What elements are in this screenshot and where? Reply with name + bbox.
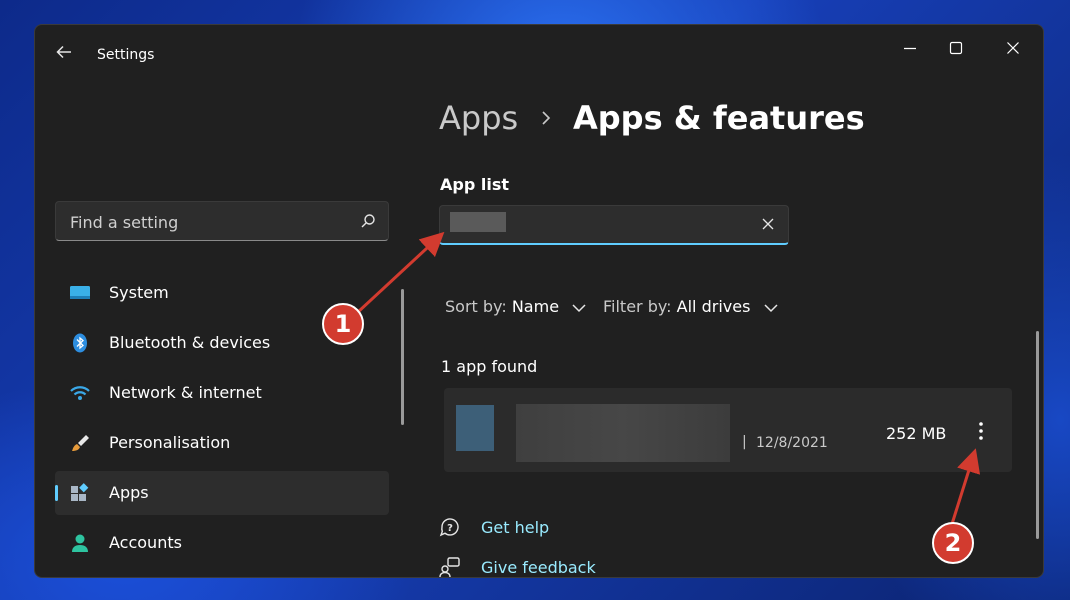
settings-window: Settings System Bluetooth & devices Netw… [34, 24, 1044, 578]
more-options-button[interactable] [966, 418, 996, 444]
minimize-button[interactable] [887, 33, 933, 63]
bluetooth-icon [73, 333, 87, 353]
annotation-badge-1: 1 [322, 303, 364, 345]
app-separator: | [742, 434, 747, 450]
app-list-search[interactable] [439, 205, 789, 245]
help-icon: ? [439, 518, 459, 537]
maximize-button[interactable] [933, 33, 979, 63]
feedback-icon [439, 557, 460, 577]
sidebar-scrollbar[interactable] [401, 289, 404, 425]
maximize-icon [949, 41, 963, 55]
title-bar: Settings [35, 25, 1043, 69]
apps-icon [71, 483, 89, 501]
sidebar-item-network[interactable]: Network & internet [55, 371, 389, 415]
close-icon [1007, 42, 1019, 54]
wifi-icon [70, 386, 90, 400]
brush-icon [72, 435, 89, 451]
annotation-badge-2: 2 [932, 522, 974, 564]
content-scrollbar[interactable] [1036, 331, 1039, 539]
filter-dropdown[interactable]: Filter by: All drives [603, 297, 778, 316]
close-button[interactable] [990, 33, 1036, 63]
page-title: Apps & features [573, 99, 865, 137]
breadcrumb: Apps Apps & features [439, 99, 865, 137]
app-install-date: 12/8/2021 [756, 435, 828, 451]
arrow-left-icon [56, 45, 71, 59]
redacted-app-name [516, 404, 730, 462]
filter-value: All drives [676, 297, 751, 316]
sidebar-item-label: Network & internet [109, 383, 262, 402]
sort-dropdown[interactable]: Sort by: Name [445, 297, 586, 316]
sidebar-item-accounts[interactable]: Accounts [55, 521, 389, 565]
get-help-label: Get help [481, 518, 550, 537]
chevron-down-icon [572, 303, 586, 312]
chevron-down-icon [763, 303, 778, 312]
chevron-right-icon [542, 111, 551, 125]
sidebar-item-label: Bluetooth & devices [109, 333, 271, 352]
app-size: 252 MB [886, 424, 947, 443]
sidebar-item-personalisation[interactable]: Personalisation [55, 421, 389, 465]
svg-text:?: ? [447, 523, 453, 534]
app-icon [456, 405, 494, 451]
app-count: 1 app found [441, 357, 538, 376]
redacted-search-text [450, 212, 506, 232]
person-icon [72, 534, 88, 552]
app-list-label: App list [440, 175, 509, 194]
minimize-icon [904, 47, 916, 50]
sort-label: Sort by: [445, 297, 507, 316]
give-feedback-label: Give feedback [481, 558, 596, 577]
back-button[interactable] [53, 43, 75, 65]
sidebar-item-label: Accounts [109, 533, 182, 552]
find-setting-search[interactable] [55, 201, 389, 242]
sidebar-item-apps[interactable]: Apps [55, 471, 389, 515]
filter-label: Filter by: [603, 297, 672, 316]
sort-value: Name [511, 297, 560, 316]
search-icon[interactable] [360, 213, 376, 229]
breadcrumb-parent-link[interactable]: Apps [439, 99, 518, 137]
sidebar-item-label: Apps [109, 483, 149, 502]
sidebar-item-label: Personalisation [109, 433, 231, 452]
sidebar-item-label: System [109, 283, 169, 302]
clear-icon[interactable] [762, 218, 774, 230]
active-indicator [55, 485, 58, 501]
more-vertical-icon [979, 422, 983, 440]
find-setting-input[interactable] [68, 202, 352, 242]
monitor-icon [70, 286, 90, 299]
app-list-item: | 12/8/2021 252 MB [444, 388, 1012, 472]
window-title: Settings [97, 47, 155, 63]
